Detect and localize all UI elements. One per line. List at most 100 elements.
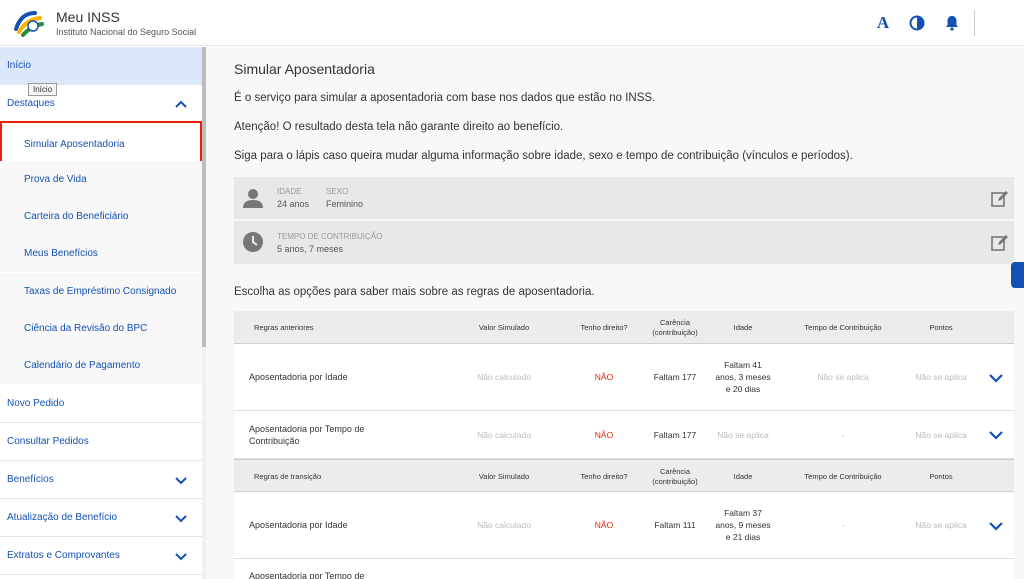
col-header-direito: Tenho direito? bbox=[580, 322, 628, 332]
rule-pontos: Não se aplica bbox=[915, 429, 967, 440]
rule-valor: Não calculado bbox=[477, 520, 531, 530]
chevron-down-icon[interactable] bbox=[988, 370, 1004, 386]
rule-carencia: Faltam 177 bbox=[653, 372, 697, 382]
contribution-value: 5 anos, 7 meses bbox=[277, 244, 344, 254]
sidebar-item-calendario[interactable]: Calendário de Pagamento bbox=[0, 347, 202, 384]
sex-label: SEXO bbox=[326, 187, 349, 196]
rule-tempo: - bbox=[841, 520, 845, 530]
user-icon bbox=[243, 189, 263, 208]
contrast-icon[interactable] bbox=[907, 13, 927, 33]
chevron-down-icon[interactable] bbox=[174, 511, 188, 525]
app-subtitle: Instituto Nacional do Seguro Social bbox=[56, 27, 197, 37]
table-row[interactable]: Aposentadoria por Idade Não calculado NÃ… bbox=[234, 344, 1014, 411]
rule-tempo: - bbox=[841, 429, 845, 440]
sex-value: Feminino bbox=[326, 199, 364, 209]
col-header-pontos: Pontos bbox=[929, 322, 953, 332]
sidebar-item-label: Consultar Pedidos bbox=[7, 436, 89, 447]
contribution-label: TEMPO DE CONTRIBUIÇÃO bbox=[277, 232, 383, 241]
rule-valor: Não calculado bbox=[477, 429, 531, 440]
page-title: Simular Aposentadoria bbox=[234, 61, 375, 77]
rule-direito: NÃO bbox=[594, 429, 614, 440]
accessibility-hand-icon[interactable] bbox=[1011, 262, 1024, 288]
options-text: Escolha as opções para saber mais sobre … bbox=[234, 286, 595, 298]
rule-valor: Não calculado bbox=[477, 372, 531, 382]
sidebar-item-label: Meus Benefícios bbox=[24, 248, 98, 259]
main-content: Simular Aposentadoria É o serviço para s… bbox=[206, 47, 1024, 579]
sidebar-item-label: Atualização de Benefício bbox=[7, 512, 118, 523]
instruction-text: Siga para o lápis caso queira mudar algu… bbox=[234, 150, 853, 162]
sidebar-item-taxas-emprestimo[interactable]: Taxas de Empréstimo Consignado bbox=[0, 273, 202, 310]
sidebar-item-novo-pedido[interactable]: Novo Pedido bbox=[0, 385, 202, 423]
sidebar-item-inicio[interactable]: Início bbox=[0, 47, 202, 85]
sidebar-item-label: Benefícios bbox=[7, 474, 54, 485]
table-row[interactable]: Aposentadoria por Idade Não calculado NÃ… bbox=[234, 492, 1014, 559]
chevron-down-icon[interactable] bbox=[174, 473, 188, 487]
chevron-up-icon[interactable] bbox=[174, 97, 188, 111]
chevron-down-icon[interactable] bbox=[174, 549, 188, 563]
table-row[interactable]: Aposentadoria por Tempo de Contribuição … bbox=[234, 411, 1014, 459]
rule-name: Aposentadoria por Idade bbox=[249, 520, 348, 530]
rule-pontos: Não se aplica bbox=[915, 372, 967, 382]
rule-pontos: Não se aplica bbox=[915, 520, 967, 530]
intro-text: É o serviço para simular a aposentadoria… bbox=[234, 92, 656, 104]
sidebar-item-label: Calendário de Pagamento bbox=[24, 360, 141, 371]
contribution-box: TEMPO DE CONTRIBUIÇÃO 5 anos, 7 meses bbox=[234, 221, 1014, 264]
age-label: IDADE bbox=[277, 187, 302, 196]
rule-idade: Faltam 37 anos, 9 meses e 21 dias bbox=[715, 508, 771, 542]
col-header-carencia: Carência (contribuição) bbox=[652, 466, 698, 486]
sidebar: Início Destaques Simular Aposentadoria P… bbox=[0, 47, 206, 579]
sidebar-item-label: Carteira do Beneficiário bbox=[24, 211, 129, 222]
table-row[interactable]: Aposentadoria por Tempo de bbox=[234, 559, 1014, 579]
sidebar-item-extratos[interactable]: Extratos e Comprovantes bbox=[0, 537, 202, 575]
rule-name: Aposentadoria por Tempo de bbox=[249, 571, 365, 579]
rule-idade: Não se aplica bbox=[717, 429, 769, 440]
sidebar-item-prova-de-vida[interactable]: Prova de Vida bbox=[0, 161, 202, 198]
table-header-anteriores: Regras anteriores Valor Simulado Tenho d… bbox=[234, 311, 1014, 344]
sidebar-item-label: Simular Aposentadoria bbox=[24, 138, 125, 150]
rule-name: Aposentadoria por Tempo de Contribuição bbox=[249, 423, 365, 446]
font-size-button[interactable]: A bbox=[873, 13, 893, 33]
col-header-carencia: Carência (contribuição) bbox=[652, 317, 698, 337]
rule-direito: NÃO bbox=[594, 520, 614, 530]
chevron-down-icon[interactable] bbox=[988, 518, 1004, 534]
col-header-valor: Valor Simulado bbox=[478, 471, 530, 481]
sidebar-item-label: Prova de Vida bbox=[24, 174, 87, 185]
col-header-idade: Idade bbox=[733, 471, 753, 481]
sidebar-item-meus-beneficios[interactable]: Meus Benefícios bbox=[0, 235, 202, 272]
app-title: Meu INSS bbox=[56, 9, 120, 25]
col-header-pontos: Pontos bbox=[929, 471, 953, 481]
chevron-down-icon[interactable] bbox=[988, 427, 1004, 443]
rule-idade: Faltam 41 anos, 3 meses e 20 dias bbox=[715, 360, 771, 394]
tooltip: Início bbox=[28, 83, 58, 96]
edit-icon[interactable] bbox=[990, 188, 1010, 208]
inss-logo-icon[interactable] bbox=[13, 9, 45, 37]
rule-carencia: Faltam 177 bbox=[653, 429, 697, 440]
rule-direito: NÃO bbox=[594, 372, 614, 382]
profile-box: IDADE 24 anos SEXO Feminino bbox=[234, 177, 1014, 219]
warning-text: Atenção! O resultado desta tela não gara… bbox=[234, 121, 564, 133]
col-header-direito: Tenho direito? bbox=[580, 471, 628, 481]
col-header-idade: Idade bbox=[733, 322, 753, 332]
col-header-regras: Regras de transição bbox=[254, 471, 322, 481]
table-header-transicao: Regras de transição Valor Simulado Tenho… bbox=[234, 459, 1014, 492]
rule-tempo: Não se aplica bbox=[817, 372, 869, 382]
header-divider bbox=[974, 10, 975, 36]
sidebar-item-label: Início bbox=[7, 60, 31, 71]
sidebar-item-beneficios[interactable]: Benefícios bbox=[0, 461, 202, 499]
sidebar-item-label: Taxas de Empréstimo Consignado bbox=[24, 286, 177, 297]
sidebar-item-label: Extratos e Comprovantes bbox=[7, 550, 120, 561]
col-header-valor: Valor Simulado bbox=[478, 322, 530, 332]
sidebar-item-revisao-bpc[interactable]: Ciência da Revisão do BPC bbox=[0, 310, 202, 347]
clock-icon bbox=[243, 232, 263, 252]
bell-icon[interactable] bbox=[942, 13, 962, 33]
col-header-regras: Regras anteriores bbox=[254, 322, 314, 332]
sidebar-item-label: Ciência da Revisão do BPC bbox=[24, 323, 148, 334]
edit-icon[interactable] bbox=[990, 232, 1010, 252]
age-value: 24 anos bbox=[277, 199, 310, 209]
sidebar-item-label: Destaques bbox=[7, 98, 55, 109]
sidebar-item-carteira[interactable]: Carteira do Beneficiário bbox=[0, 198, 202, 235]
sidebar-item-consultar-pedidos[interactable]: Consultar Pedidos bbox=[0, 423, 202, 461]
col-header-tempo: Tempo de Contribuição bbox=[804, 471, 882, 481]
sidebar-item-atualizacao[interactable]: Atualização de Benefício bbox=[0, 499, 202, 537]
col-header-tempo: Tempo de Contribuição bbox=[804, 322, 882, 332]
